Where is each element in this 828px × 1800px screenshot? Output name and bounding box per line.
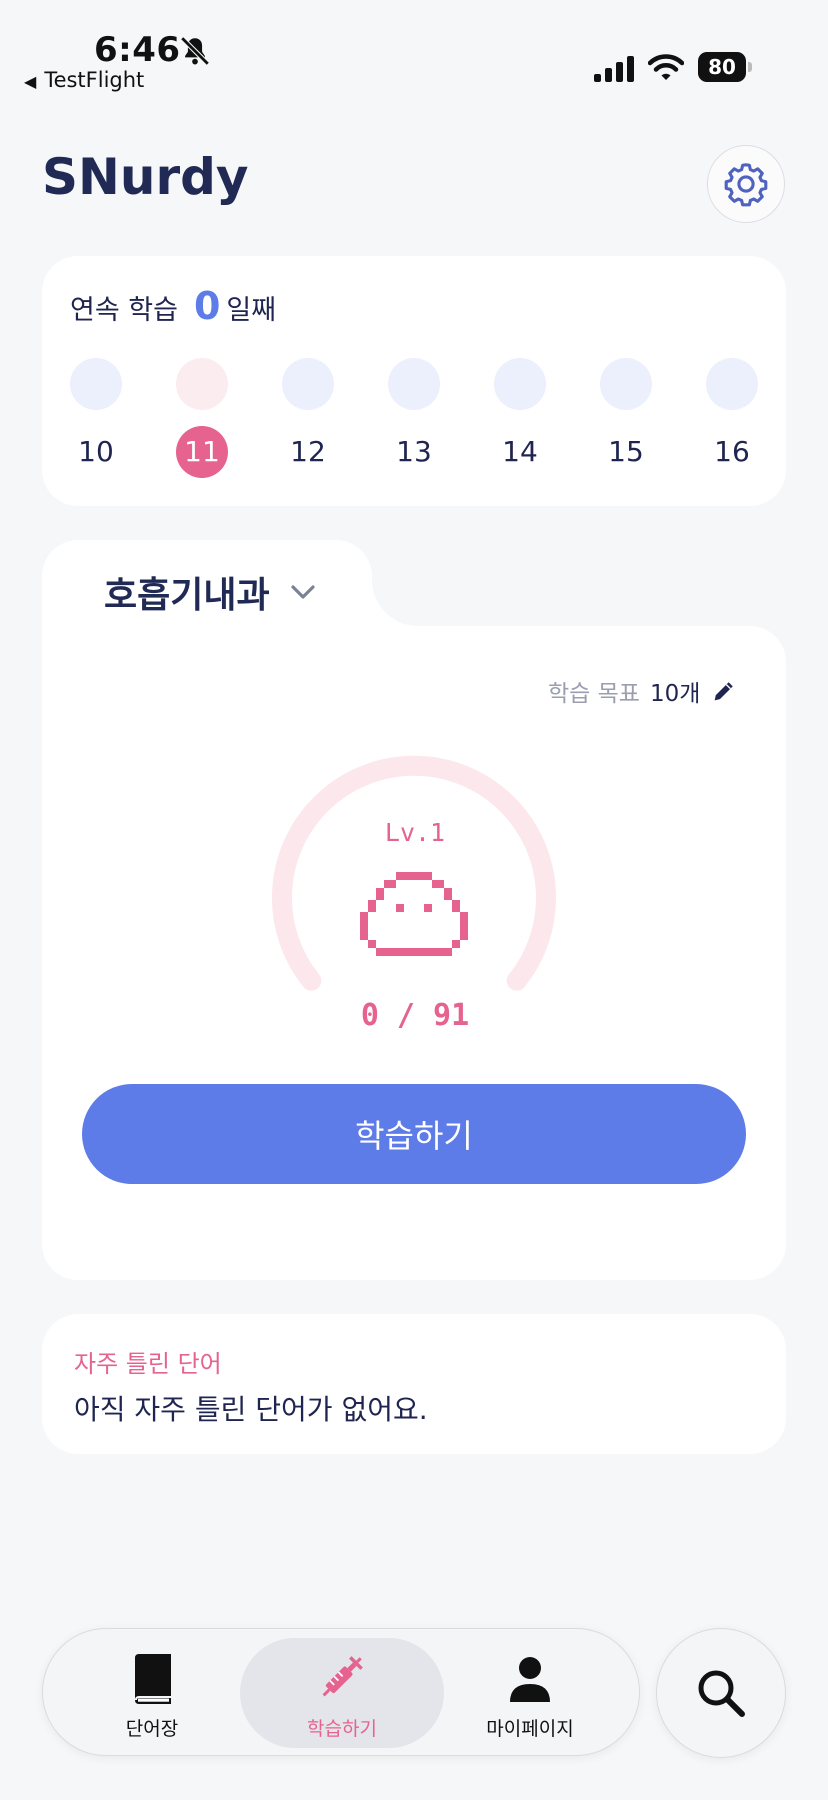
- streak-day-number: 12: [290, 435, 326, 468]
- pencil-icon[interactable]: [710, 677, 738, 705]
- nav-item-study[interactable]: 학습하기: [252, 1650, 432, 1741]
- person-icon: [510, 1657, 550, 1702]
- back-to-app-link[interactable]: ◀ TestFlight: [24, 68, 144, 92]
- chevron-down-icon[interactable]: [288, 580, 318, 604]
- progress-count: 0 / 91: [360, 998, 470, 1033]
- streak-day-number: 15: [608, 435, 644, 468]
- streak-day-dot: [600, 358, 652, 410]
- nav-label-mypage: 마이페이지: [486, 1718, 574, 1740]
- streak-label-suffix: 일째: [226, 295, 277, 326]
- back-app-label: TestFlight: [44, 68, 145, 92]
- gear-icon: [724, 163, 768, 207]
- battery-icon: 80: [698, 52, 754, 82]
- streak-day: 15: [600, 358, 652, 478]
- syringe-icon: [322, 1656, 363, 1697]
- nav-label-study: 학습하기: [307, 1718, 377, 1740]
- back-triangle-icon: ◀: [24, 72, 37, 91]
- streak-day: 13: [388, 358, 440, 478]
- subject-selector[interactable]: 호흡기내과: [104, 566, 270, 618]
- streak-day-number: 13: [396, 435, 432, 468]
- goal-label: 학습 목표: [548, 681, 640, 707]
- frequent-mistakes-empty: 아직 자주 틀린 단어가 없어요.: [74, 1393, 428, 1426]
- nav-label-wordbook: 단어장: [125, 1718, 179, 1740]
- streak-label: 연속 학습 0 일째: [70, 284, 276, 328]
- streak-day: 12: [282, 358, 334, 478]
- streak-day-dot: [282, 358, 334, 410]
- bell-slash-icon: [180, 36, 210, 66]
- streak-day-number: 16: [714, 435, 750, 468]
- streak-day-dot: [706, 358, 758, 410]
- frequent-mistakes-card[interactable]: [42, 1314, 786, 1454]
- book-icon: [135, 1654, 171, 1704]
- level-label: Lv.1: [384, 818, 446, 847]
- signal-icon: [594, 56, 634, 82]
- streak-count: 0: [193, 284, 221, 328]
- start-study-button[interactable]: 학습하기: [82, 1084, 746, 1184]
- streak-day-dot: [494, 358, 546, 410]
- nav-item-wordbook[interactable]: 단어장: [62, 1650, 242, 1741]
- app-title: SNurdy: [42, 148, 249, 206]
- streak-day-number: 10: [78, 435, 114, 468]
- streak-day-dot: [70, 358, 122, 410]
- streak-day-dot: [176, 358, 228, 410]
- streak-day-dot: [388, 358, 440, 410]
- streak-day: 11: [176, 358, 228, 478]
- wifi-icon: [648, 54, 684, 80]
- blob-mascot-icon: [360, 872, 468, 956]
- streak-day-number-today: 11: [176, 426, 228, 478]
- search-icon: [698, 1670, 745, 1717]
- streak-day: 10: [70, 358, 122, 478]
- frequent-mistakes-title: 자주 틀린 단어: [74, 1350, 222, 1378]
- settings-button[interactable]: [707, 145, 785, 223]
- goal-value: 10개: [649, 681, 701, 707]
- status-time: 6:46: [94, 30, 181, 70]
- streak-day: 16: [706, 358, 758, 478]
- streak-label-prefix: 연속 학습: [70, 295, 178, 326]
- streak-day: 14: [494, 358, 546, 478]
- search-button[interactable]: [656, 1628, 786, 1758]
- nav-item-mypage[interactable]: 마이페이지: [440, 1650, 620, 1741]
- study-goal[interactable]: 학습 목표 10개: [548, 674, 738, 708]
- streak-day-number: 14: [502, 435, 538, 468]
- battery-level: 80: [698, 52, 746, 82]
